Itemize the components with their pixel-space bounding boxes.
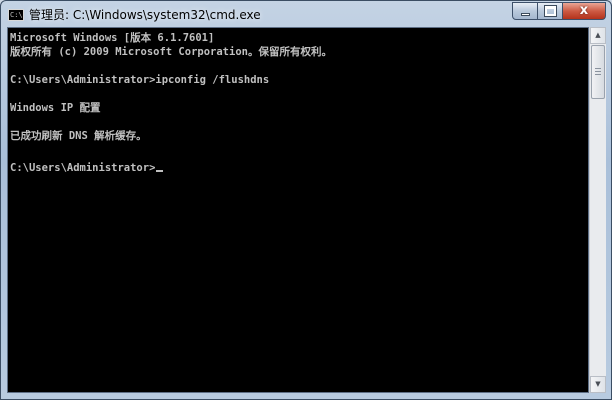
console-line: Windows IP 配置 [10, 102, 101, 114]
close-icon: x [579, 3, 589, 18]
scroll-down-arrow-icon[interactable]: ▼ [590, 376, 606, 393]
grip-line [595, 68, 601, 69]
console-line: 版权所有 (c) 2009 Microsoft Corporation。保留所有… [10, 46, 332, 58]
minimize-icon [521, 13, 530, 16]
vertical-scrollbar[interactable]: ▲ ▼ [589, 27, 606, 393]
grip-line [595, 74, 601, 75]
scrollbar-thumb[interactable] [591, 45, 605, 99]
maximize-button[interactable] [537, 2, 563, 20]
console-line: 已成功刷新 DNS 解析缓存。 [10, 130, 147, 142]
console-prompt-line: C:\Users\Administrator> [10, 161, 164, 175]
console-output[interactable]: Microsoft Windows [版本 6.1.7601] 版权所有 (c)… [7, 27, 589, 393]
maximize-icon [544, 5, 557, 17]
console-line: Microsoft Windows [版本 6.1.7601] [10, 32, 215, 44]
prompt-text: C:\Users\Administrator> [10, 162, 156, 174]
cmd-app-icon[interactable]: C:\ [8, 9, 24, 21]
close-button[interactable]: x [562, 2, 606, 20]
text-cursor [156, 170, 164, 172]
minimize-button[interactable] [512, 2, 538, 20]
title-bar[interactable]: C:\ 管理员: C:\Windows\system32\cmd.exe x [1, 1, 611, 27]
scroll-up-arrow-icon[interactable]: ▲ [590, 27, 606, 44]
console-line: C:\Users\Administrator>ipconfig /flushdn… [10, 74, 270, 86]
cmd-window: C:\ 管理员: C:\Windows\system32\cmd.exe x M… [0, 0, 612, 400]
window-title: 管理员: C:\Windows\system32\cmd.exe [29, 8, 261, 22]
grip-line [595, 71, 601, 72]
